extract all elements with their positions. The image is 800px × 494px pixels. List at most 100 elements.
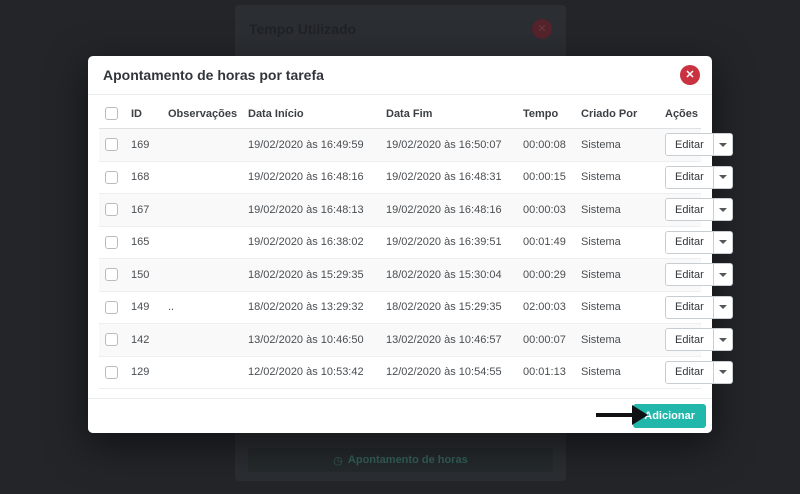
edit-dropdown-toggle[interactable] [713, 167, 732, 188]
cell-id: 150 [131, 259, 168, 292]
cell-tempo: 02:00:03 [523, 291, 581, 324]
cell-tempo: 00:01:49 [523, 226, 581, 259]
cell-observacoes [168, 194, 248, 227]
cell-data-fim: 13/02/2020 às 10:46:57 [386, 324, 523, 357]
cell-data-inicio: 12/02/2020 às 10:53:42 [248, 356, 386, 389]
column-header-criado-por: Criado Por [581, 99, 665, 129]
column-header-observacoes: Observações [168, 99, 248, 129]
edit-split-button: Editar [665, 166, 733, 189]
table-row: 165 19/02/2020 às 16:38:02 19/02/2020 às… [99, 226, 701, 259]
clock-icon: ◷ [333, 454, 343, 467]
cell-data-fim: 18/02/2020 às 15:30:04 [386, 259, 523, 292]
cell-observacoes [168, 259, 248, 292]
editar-button[interactable]: Editar [666, 264, 713, 285]
column-header-tempo: Tempo [523, 99, 581, 129]
column-header-id: ID [131, 99, 168, 129]
cell-id: 149 [131, 291, 168, 324]
select-all-checkbox[interactable] [105, 107, 118, 120]
edit-dropdown-toggle[interactable] [713, 232, 732, 253]
table-row: 129 12/02/2020 às 10:53:42 12/02/2020 às… [99, 356, 701, 389]
editar-button[interactable]: Editar [666, 297, 713, 318]
background-modal-header: Tempo Utilizado ✕ [235, 5, 566, 39]
chevron-down-icon [719, 143, 727, 147]
modal-title: Apontamento de horas por tarefa [103, 67, 324, 83]
cell-id: 129 [131, 356, 168, 389]
background-close-icon: ✕ [532, 19, 552, 39]
cell-tempo: 00:00:29 [523, 259, 581, 292]
hours-log-modal: Apontamento de horas por tarefa ✕ ID Obs… [88, 56, 712, 433]
row-checkbox[interactable] [105, 138, 118, 151]
cell-observacoes [168, 324, 248, 357]
hours-table: ID Observações Data Início Data Fim Temp… [99, 99, 701, 389]
row-checkbox[interactable] [105, 171, 118, 184]
edit-dropdown-toggle[interactable] [713, 264, 732, 285]
cell-data-inicio: 19/02/2020 às 16:38:02 [248, 226, 386, 259]
cell-tempo: 00:00:15 [523, 161, 581, 194]
cell-criado-por: Sistema [581, 161, 665, 194]
column-header-data-fim: Data Fim [386, 99, 523, 129]
edit-split-button: Editar [665, 361, 733, 384]
editar-button[interactable]: Editar [666, 167, 713, 188]
cell-data-inicio: 18/02/2020 às 13:29:32 [248, 291, 386, 324]
edit-split-button: Editar [665, 296, 733, 319]
cell-data-inicio: 19/02/2020 às 16:49:59 [248, 129, 386, 162]
edit-dropdown-toggle[interactable] [713, 297, 732, 318]
chevron-down-icon [719, 240, 727, 244]
cell-data-inicio: 19/02/2020 às 16:48:16 [248, 161, 386, 194]
chevron-down-icon [719, 305, 727, 309]
chevron-down-icon [719, 338, 727, 342]
table-header: ID Observações Data Início Data Fim Temp… [99, 99, 701, 129]
editar-button[interactable]: Editar [666, 362, 713, 383]
cell-data-fim: 12/02/2020 às 10:54:55 [386, 356, 523, 389]
edit-dropdown-toggle[interactable] [713, 199, 732, 220]
row-checkbox[interactable] [105, 268, 118, 281]
edit-dropdown-toggle[interactable] [713, 329, 732, 350]
table-row: 142 13/02/2020 às 10:46:50 13/02/2020 às… [99, 324, 701, 357]
row-checkbox[interactable] [105, 301, 118, 314]
table-row: 150 18/02/2020 às 15:29:35 18/02/2020 às… [99, 259, 701, 292]
background-modal-title: Tempo Utilizado [249, 21, 356, 37]
column-header-data-inicio: Data Início [248, 99, 386, 129]
row-checkbox[interactable] [105, 236, 118, 249]
edit-split-button: Editar [665, 231, 733, 254]
cell-criado-por: Sistema [581, 226, 665, 259]
table-row: 167 19/02/2020 às 16:48:13 19/02/2020 às… [99, 194, 701, 227]
modal-footer: Adicionar [88, 398, 712, 433]
cell-criado-por: Sistema [581, 259, 665, 292]
row-checkbox[interactable] [105, 333, 118, 346]
editar-button[interactable]: Editar [666, 232, 713, 253]
cell-id: 142 [131, 324, 168, 357]
table-row: 168 19/02/2020 às 16:48:16 19/02/2020 às… [99, 161, 701, 194]
chevron-down-icon [719, 273, 727, 277]
edit-split-button: Editar [665, 263, 733, 286]
cell-observacoes: .. [168, 291, 248, 324]
cell-criado-por: Sistema [581, 194, 665, 227]
chevron-down-icon [719, 370, 727, 374]
adicionar-button[interactable]: Adicionar [633, 404, 706, 428]
cell-data-fim: 19/02/2020 às 16:39:51 [386, 226, 523, 259]
table-body: 169 19/02/2020 às 16:49:59 19/02/2020 às… [99, 129, 701, 389]
edit-dropdown-toggle[interactable] [713, 134, 732, 155]
row-checkbox[interactable] [105, 203, 118, 216]
cell-tempo: 00:00:03 [523, 194, 581, 227]
close-icon[interactable]: ✕ [680, 65, 700, 85]
edit-split-button: Editar [665, 328, 733, 351]
cell-criado-por: Sistema [581, 324, 665, 357]
chevron-down-icon [719, 175, 727, 179]
cell-observacoes [168, 226, 248, 259]
row-checkbox[interactable] [105, 366, 118, 379]
editar-button[interactable]: Editar [666, 199, 713, 220]
editar-button[interactable]: Editar [666, 134, 713, 155]
chevron-down-icon [719, 208, 727, 212]
edit-dropdown-toggle[interactable] [713, 362, 732, 383]
edit-split-button: Editar [665, 198, 733, 221]
apontamento-de-horas-button: ◷ Apontamento de horas [248, 448, 553, 472]
editar-button[interactable]: Editar [666, 329, 713, 350]
edit-split-button: Editar [665, 133, 733, 156]
cell-criado-por: Sistema [581, 129, 665, 162]
cell-data-inicio: 13/02/2020 às 10:46:50 [248, 324, 386, 357]
cell-observacoes [168, 129, 248, 162]
cell-id: 167 [131, 194, 168, 227]
cell-tempo: 00:01:13 [523, 356, 581, 389]
hours-table-wrapper: ID Observações Data Início Data Fim Temp… [88, 95, 712, 389]
